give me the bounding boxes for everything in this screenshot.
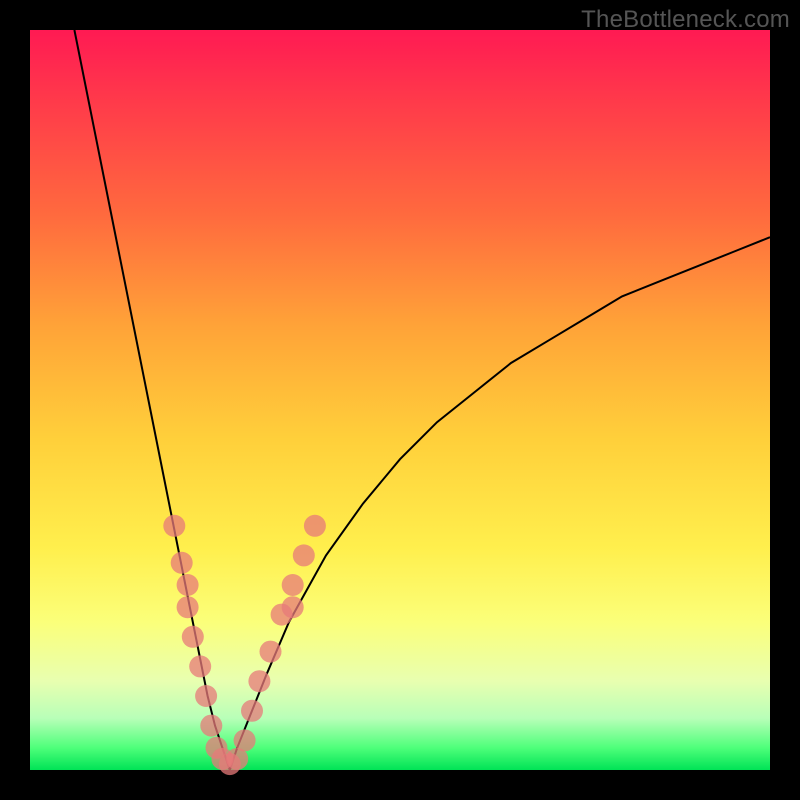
data-point bbox=[171, 552, 193, 574]
data-point bbox=[293, 544, 315, 566]
data-point bbox=[177, 574, 199, 596]
data-point bbox=[182, 626, 204, 648]
chart-svg bbox=[30, 30, 770, 770]
data-point bbox=[282, 596, 304, 618]
data-points-group bbox=[163, 515, 326, 775]
data-point bbox=[241, 700, 263, 722]
data-point bbox=[260, 641, 282, 663]
data-point bbox=[304, 515, 326, 537]
curve-right-branch bbox=[230, 237, 770, 770]
plot-area bbox=[30, 30, 770, 770]
chart-frame: TheBottleneck.com bbox=[0, 0, 800, 800]
data-point bbox=[200, 715, 222, 737]
data-point bbox=[195, 685, 217, 707]
data-point bbox=[163, 515, 185, 537]
data-point bbox=[189, 655, 211, 677]
data-point bbox=[234, 729, 256, 751]
data-point bbox=[177, 596, 199, 618]
data-point bbox=[248, 670, 270, 692]
data-point bbox=[282, 574, 304, 596]
